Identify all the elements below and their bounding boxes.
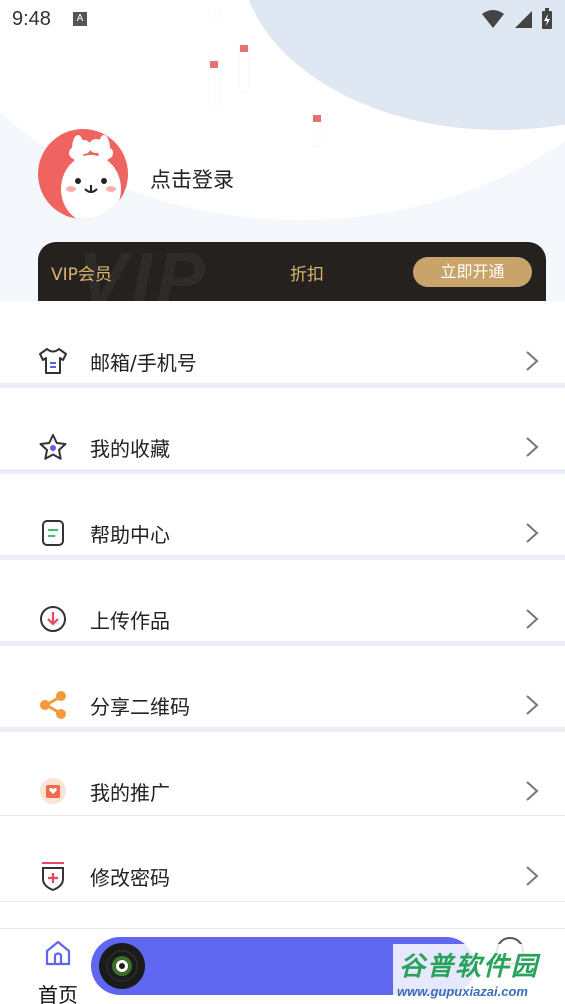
notification-icon: A xyxy=(72,12,87,26)
menu-item-label: 修改密码 xyxy=(90,865,170,890)
vip-banner[interactable]: VIP VIP会员 折扣 立即开通 xyxy=(38,242,546,301)
menu-divider xyxy=(0,815,565,816)
menu-divider xyxy=(0,641,565,646)
menu-item-label: 上传作品 xyxy=(90,608,170,633)
menu-item-email-phone[interactable]: 邮箱/手机号 xyxy=(0,331,565,391)
alpaca-avatar-icon[interactable] xyxy=(38,129,128,219)
download-circle-icon xyxy=(37,603,69,635)
chevron-right-icon xyxy=(526,781,539,801)
status-time: 9:48 xyxy=(12,7,51,30)
chevron-right-icon xyxy=(526,866,539,886)
menu-item-share-qrcode[interactable]: 分享二维码 xyxy=(0,675,565,735)
disc-icon[interactable] xyxy=(99,943,145,989)
watermark-title: 谷普软件园 xyxy=(399,952,540,982)
status-icons xyxy=(481,8,553,30)
menu-item-label: 分享二维码 xyxy=(90,694,190,719)
chevron-right-icon xyxy=(526,437,539,457)
decorative-pole xyxy=(210,52,218,108)
menu-item-label: 邮箱/手机号 xyxy=(90,350,197,375)
tshirt-icon xyxy=(37,345,69,377)
chevron-right-icon xyxy=(526,523,539,543)
wifi-icon xyxy=(482,10,504,28)
menu-item-my-promotion[interactable]: 我的推广 xyxy=(0,761,565,821)
menu-item-help-center[interactable]: 帮助中心 xyxy=(0,503,565,563)
menu-divider xyxy=(0,555,565,560)
star-icon xyxy=(37,431,69,463)
heart-envelope-icon xyxy=(37,775,69,807)
menu-divider xyxy=(0,383,565,388)
shield-plus-icon xyxy=(37,860,69,892)
menu-item-label: 我的收藏 xyxy=(90,436,170,461)
site-watermark-logo: 谷普软件园 www.gupuxiazai.com xyxy=(393,944,565,1004)
home-icon xyxy=(45,940,71,966)
menu-item-label: 我的推广 xyxy=(90,780,170,805)
status-bar: 9:48 A xyxy=(0,0,565,38)
alpaca-illustration xyxy=(61,135,121,219)
chevron-right-icon xyxy=(526,351,539,371)
decorative-pole xyxy=(313,106,321,146)
vip-label: VIP会员 xyxy=(51,265,112,285)
nav-home[interactable]: 首页 xyxy=(30,933,86,1004)
signal-icon xyxy=(515,11,532,28)
menu-divider xyxy=(0,901,565,902)
menu-item-favorites[interactable]: 我的收藏 xyxy=(0,417,565,477)
chevron-right-icon xyxy=(526,695,539,715)
login-link[interactable]: 点击登录 xyxy=(150,164,234,194)
nav-home-label: 首页 xyxy=(38,983,78,1004)
vip-discount-label: 折扣 xyxy=(290,265,324,285)
decorative-pole xyxy=(240,38,248,92)
menu-divider xyxy=(0,469,565,474)
document-icon xyxy=(37,517,69,549)
menu-item-change-password[interactable]: 修改密码 xyxy=(0,846,565,906)
watermark-url: www.gupuxiazai.com xyxy=(397,984,528,999)
share-icon xyxy=(37,689,69,721)
menu-item-upload-works[interactable]: 上传作品 xyxy=(0,589,565,649)
open-vip-button[interactable]: 立即开通 xyxy=(413,257,532,287)
menu-item-label: 帮助中心 xyxy=(90,522,170,547)
menu-divider xyxy=(0,727,565,732)
chevron-right-icon xyxy=(526,609,539,629)
battery-charging-icon xyxy=(542,8,552,29)
